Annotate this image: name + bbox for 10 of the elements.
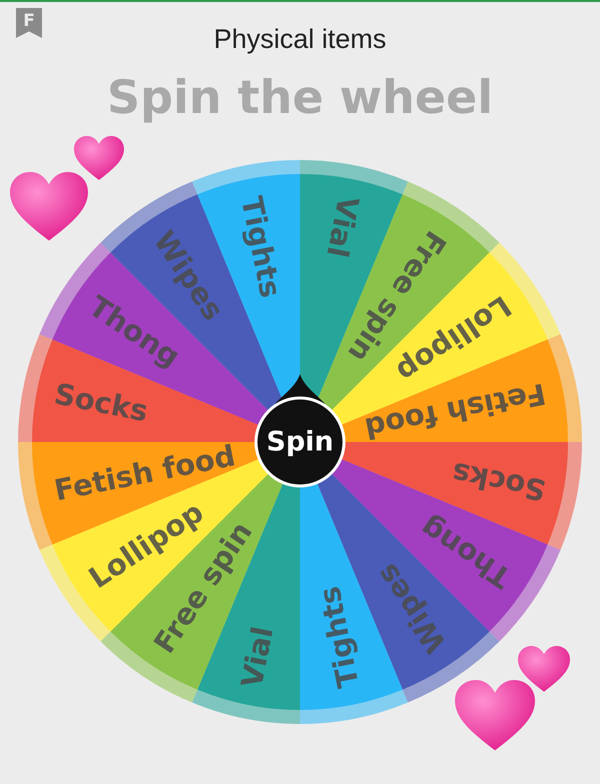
segment-label: Socks (51, 376, 151, 428)
segment-label: Socks (449, 456, 549, 508)
segment-label: Fetish food (51, 438, 238, 508)
segment-label: Tights (234, 193, 288, 300)
segment-label: Tights (312, 584, 366, 691)
segment-label: Vial (234, 624, 280, 691)
segment-label: Vial (320, 193, 366, 260)
segment-label: Fetish food (362, 376, 549, 446)
page-title: Physical items (214, 24, 386, 54)
heading: Spin the wheel (107, 70, 493, 126)
